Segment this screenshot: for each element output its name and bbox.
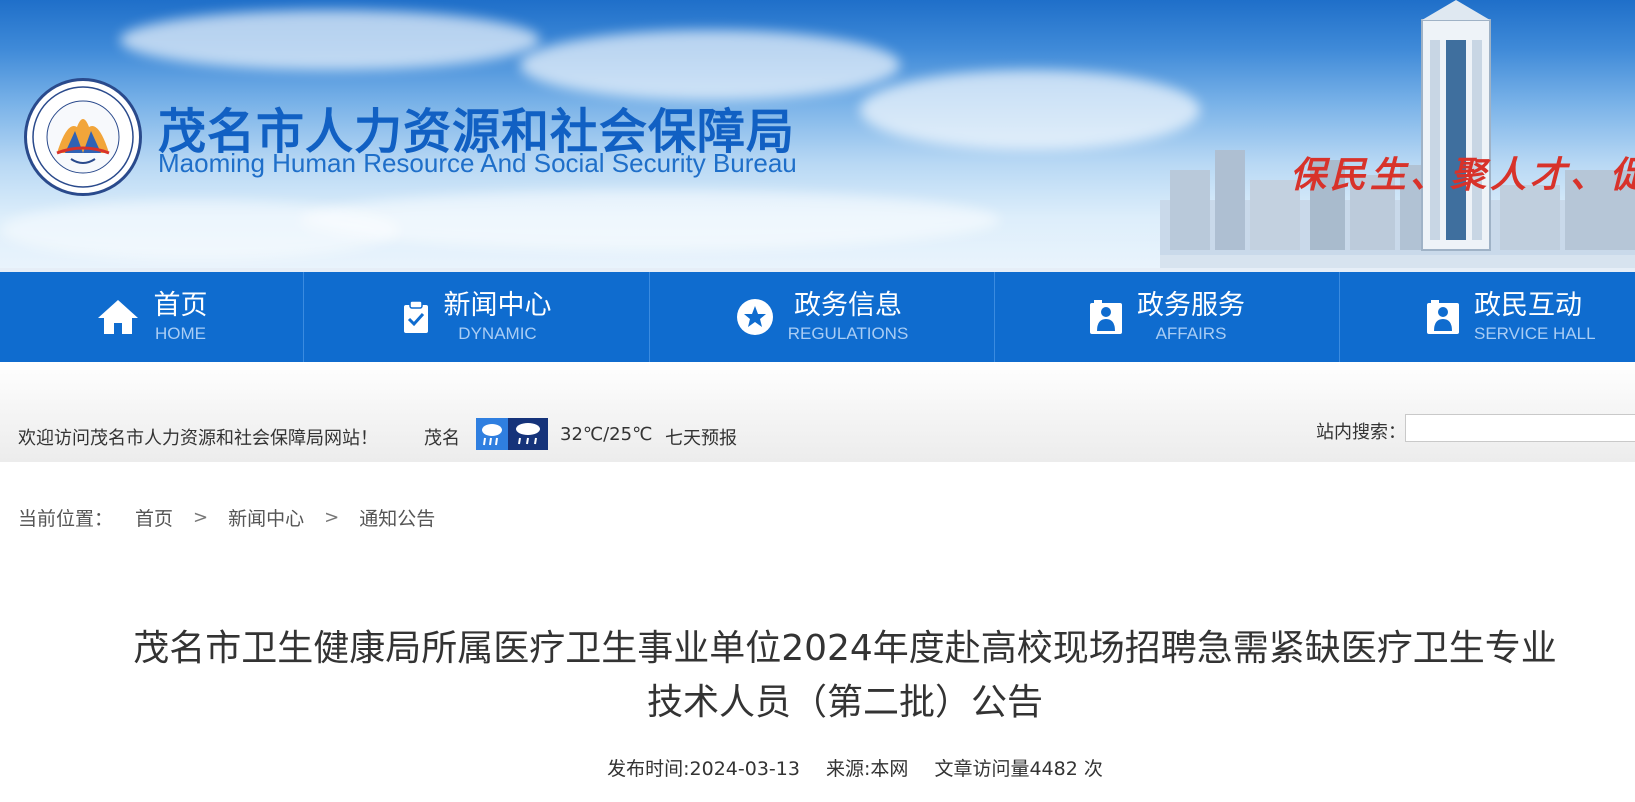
nav-item-home[interactable]: 首页 HOME — [0, 272, 304, 362]
chevron-right-icon: > — [324, 507, 340, 528]
site-search-input[interactable] — [1405, 414, 1635, 442]
publish-date: 发布时间:2024-03-13 — [607, 758, 800, 780]
view-count: 文章访问量4482 次 — [934, 758, 1103, 780]
rain-icon — [476, 418, 508, 450]
nav-label: 政民互动 — [1474, 290, 1582, 321]
clipboard-check-icon — [402, 300, 430, 334]
chevron-right-icon: > — [193, 507, 209, 528]
nav-sublabel: DYNAMIC — [458, 324, 537, 343]
weather-temperature: 32℃/25℃ — [560, 424, 653, 445]
nav-label: 政务服务 — [1137, 290, 1245, 321]
weather-city: 茂名 — [424, 428, 460, 449]
nav-item-interaction[interactable]: 政民互动 SERVICE HALL — [1340, 272, 1635, 362]
breadcrumb: 当前位置： 首页 > 新闻中心 > 通知公告 — [18, 504, 435, 531]
service-icon — [1089, 299, 1123, 335]
cloud-decoration — [520, 30, 900, 100]
nav-sublabel: REGULATIONS — [787, 324, 909, 343]
service-icon — [1426, 299, 1460, 335]
forecast-link[interactable]: 七天预报 — [665, 424, 737, 450]
slogan-text: 保民生、聚人才、促发 — [1290, 154, 1635, 196]
nav-item-affairs[interactable]: 政务服务 AFFAIRS — [995, 272, 1340, 362]
breadcrumb-item-news[interactable]: 新闻中心 — [228, 504, 304, 531]
breadcrumb-item-notices[interactable]: 通知公告 — [359, 504, 435, 531]
article-meta: 发布时间:2024-03-13 来源:本网 文章访问量4482 次 — [0, 754, 1635, 781]
nav-item-news[interactable]: 新闻中心 DYNAMIC — [304, 272, 650, 362]
search-label: 站内搜索： — [1316, 422, 1406, 443]
nav-sublabel: AFFAIRS — [1155, 324, 1227, 343]
nav-label: 新闻中心 — [443, 290, 552, 321]
nav-sublabel: SERVICE HALL — [1474, 324, 1596, 343]
nav-label: 政务信息 — [794, 290, 902, 321]
cloud-decoration — [300, 190, 1000, 250]
welcome-text: 欢迎访问茂名市人力资源和社会保障局网站！ — [18, 428, 378, 449]
article-title: 茂名市卫生健康局所属医疗卫生事业单位2024年度赴高校现场招聘急需紧缺医疗卫生专… — [120, 622, 1570, 730]
star-circle-icon — [736, 298, 774, 336]
article-title-line: 技术人员（第二批）公告 — [646, 682, 1043, 723]
thunderstorm-icon[interactable] — [508, 418, 548, 450]
site-title-en: Maoming Human Resource And Social Securi… — [158, 148, 797, 178]
breadcrumb-item-home[interactable]: 首页 — [135, 504, 173, 531]
breadcrumb-label: 当前位置： — [18, 508, 114, 530]
main-nav: 首页 HOME 新闻中心 DYNAMIC 政务信息 REGULATIONS 政务… — [0, 272, 1635, 362]
bureau-logo — [24, 78, 142, 196]
cloud-decoration — [860, 70, 1200, 150]
article-source: 来源:本网 — [826, 758, 909, 780]
cloud-decoration — [0, 200, 400, 260]
cloud-decoration — [120, 10, 540, 70]
article-title-line: 茂名市卫生健康局所属医疗卫生事业单位2024年度赴高校现场招聘急需紧缺医疗卫生专… — [133, 628, 1557, 669]
nav-sublabel: HOME — [155, 324, 206, 343]
nav-item-regulations[interactable]: 政务信息 REGULATIONS — [650, 272, 995, 362]
home-icon — [96, 297, 140, 337]
nav-label: 首页 — [153, 290, 208, 321]
city-skyline-image — [1160, 0, 1635, 272]
header-banner: 茂名市人力资源和社会保障局 Maoming Human Resource And… — [0, 0, 1635, 272]
